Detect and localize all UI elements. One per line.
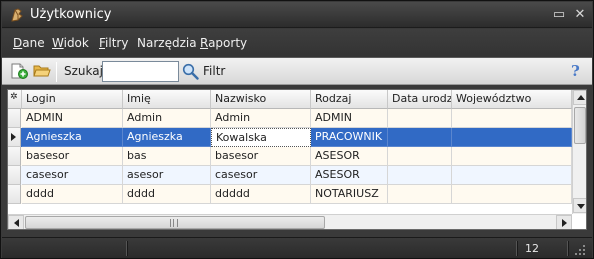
cell-login[interactable]: basesor (22, 147, 123, 166)
toolbar: Szukaj Filtr ? (2, 57, 592, 85)
column-header-login[interactable]: Login (22, 90, 123, 109)
current-row-arrow-icon (11, 133, 16, 141)
status-divider (126, 241, 128, 256)
cell-rodzaj[interactable]: ADMIN (311, 109, 388, 128)
cell-wojewodztwo[interactable] (452, 147, 572, 166)
grid-corner[interactable]: ✲ (8, 90, 22, 109)
cell-data-urodzenia[interactable] (388, 147, 452, 166)
search-icon[interactable] (182, 63, 199, 80)
scroll-left-button[interactable] (8, 215, 24, 229)
window-title: Użytkownicy (30, 7, 112, 22)
minimize-button[interactable]: ▭ (550, 6, 568, 24)
cell-rodzaj[interactable]: PRACOWNIK (311, 128, 388, 147)
cell-imie[interactable]: asesor (123, 166, 211, 185)
help-icon[interactable]: ? (571, 63, 585, 80)
menu-dane-mnemonic: D (13, 36, 23, 50)
scroll-left-icon (14, 219, 19, 227)
cell-nazwisko[interactable]: ddddd (211, 185, 311, 204)
table-row[interactable]: basesor bas basesor ASESOR (8, 147, 572, 166)
app-icon (11, 8, 23, 22)
scroll-up-button[interactable] (573, 90, 586, 105)
menu-raporty-mnemonic: R (200, 36, 209, 50)
scroll-up-icon (577, 95, 585, 100)
toolbar-separator (56, 62, 57, 82)
users-window: Użytkownicy ▭ ✕ Dane Widok Filtry Narzęd… (0, 0, 594, 259)
menu-narzedzia-label: Narzędzia (137, 36, 197, 50)
scroll-grip-icon (170, 219, 178, 227)
menu-widok-mnemonic: W (52, 36, 64, 50)
row-header[interactable] (8, 166, 21, 185)
column-header-wojewodztwo[interactable]: Województwo (452, 90, 572, 109)
cell-data-urodzenia[interactable] (388, 166, 452, 185)
cell-wojewodztwo[interactable] (452, 185, 572, 204)
cell-wojewodztwo[interactable] (452, 109, 572, 128)
resize-grip-icon[interactable] (574, 244, 586, 256)
cell-login[interactable]: ADMIN (22, 109, 123, 128)
menu-widok[interactable]: Widok (52, 36, 89, 50)
cell-imie[interactable]: Agnieszka (123, 128, 211, 147)
record-count: 12 (525, 242, 539, 255)
row-header[interactable] (8, 147, 21, 166)
table-row[interactable]: ADMIN Admin Admin ADMIN (8, 109, 572, 128)
users-grid: ✲ Login Imię Nazwisko Rodzaj Data urodze… (7, 89, 587, 230)
filter-button[interactable]: Filtr (203, 64, 225, 78)
open-folder-icon[interactable] (33, 63, 51, 79)
cell-imie[interactable]: dddd (123, 185, 211, 204)
cell-data-urodzenia[interactable] (388, 109, 452, 128)
scroll-down-button[interactable] (573, 198, 586, 213)
cell-data-urodzenia[interactable] (388, 128, 452, 147)
cell-rodzaj[interactable]: NOTARIUSZ (311, 185, 388, 204)
close-button[interactable]: ✕ (571, 6, 589, 24)
cell-wojewodztwo[interactable] (452, 128, 572, 147)
row-header[interactable] (8, 109, 21, 128)
menu-dane-label: ane (22, 36, 45, 50)
cell-wojewodztwo[interactable] (452, 166, 572, 185)
row-header[interactable] (8, 128, 21, 147)
cell-login[interactable]: casesor (22, 166, 123, 185)
cell-imie[interactable]: Admin (123, 109, 211, 128)
cell-rodzaj[interactable]: ASESOR (311, 166, 388, 185)
cell-imie[interactable]: bas (123, 147, 211, 166)
column-header-imie[interactable]: Imię (123, 90, 211, 109)
cell-rodzaj[interactable]: ASESOR (311, 147, 388, 166)
menu-raporty-label: aporty (208, 36, 248, 50)
menu-raporty[interactable]: Raporty (200, 36, 247, 50)
cell-data-urodzenia[interactable] (388, 185, 452, 204)
status-divider (567, 241, 569, 256)
menu-narzedzia[interactable]: Narzędzia (137, 36, 197, 50)
column-header-rodzaj[interactable]: Rodzaj (311, 90, 388, 109)
scroll-down-icon (577, 204, 585, 209)
vertical-scrollbar[interactable] (572, 90, 586, 214)
cell-login[interactable]: dddd (22, 185, 123, 204)
search-input[interactable] (102, 61, 179, 82)
column-header-nazwisko[interactable]: Nazwisko (211, 90, 311, 109)
title-bar[interactable]: Użytkownicy ▭ ✕ (2, 2, 592, 28)
menu-dane[interactable]: Dane (13, 36, 45, 50)
menu-filtry-label: iltry (105, 36, 129, 50)
table-row-selected[interactable]: Agnieszka Agnieszka Kowalska PRACOWNIK (8, 128, 572, 147)
cell-nazwisko[interactable]: Admin (211, 109, 311, 128)
menu-widok-label: idok (63, 36, 89, 50)
menu-filtry[interactable]: Filtry (99, 36, 128, 50)
cell-nazwisko-focused[interactable]: Kowalska (211, 128, 311, 147)
table-row[interactable]: casesor asesor casesor ASESOR (8, 166, 572, 185)
horizontal-scroll-thumb[interactable] (25, 216, 325, 229)
status-bar: 12 (2, 237, 592, 258)
search-label: Szukaj (64, 64, 103, 78)
scroll-right-button[interactable] (556, 215, 572, 229)
vertical-scroll-thumb[interactable] (574, 107, 586, 144)
horizontal-scrollbar[interactable] (8, 214, 572, 229)
column-header-data-urodzenia[interactable]: Data urodze (388, 90, 452, 109)
add-icon[interactable] (10, 63, 28, 79)
menu-bar: Dane Widok Filtry Narzędzia Raporty (2, 29, 592, 57)
table-row[interactable]: dddd dddd ddddd NOTARIUSZ (8, 185, 572, 204)
status-divider (516, 241, 518, 256)
row-header[interactable] (8, 185, 21, 204)
scroll-right-icon (562, 219, 567, 227)
cell-nazwisko[interactable]: basesor (211, 147, 311, 166)
cell-login[interactable]: Agnieszka (22, 128, 123, 147)
cell-nazwisko[interactable]: casesor (211, 166, 311, 185)
